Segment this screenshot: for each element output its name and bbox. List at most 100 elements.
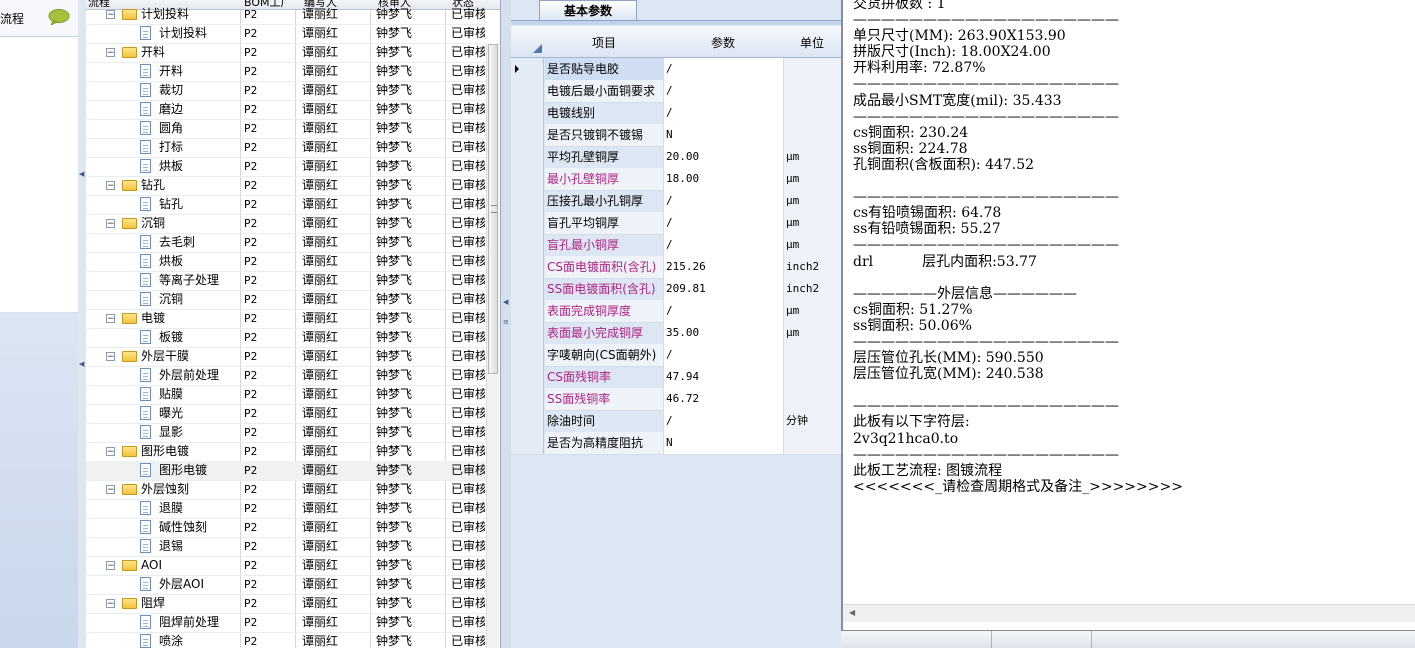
grid-param-value[interactable]: / (663, 58, 783, 80)
tree-row[interactable]: 图形电镀 P2 谭丽红 钟梦飞 已审核 (86, 461, 486, 481)
tree-row[interactable]: − 计划投料 P2 谭丽红 钟梦飞 已审核 (86, 5, 486, 25)
grid-row[interactable]: 最小孔壁铜厚 18.00 μm (511, 168, 841, 191)
row-indicator[interactable] (511, 344, 544, 366)
grid-param-value[interactable]: / (663, 102, 783, 124)
grid-header-unit[interactable]: 单位 (783, 34, 841, 51)
row-indicator[interactable] (511, 212, 544, 234)
grid-param-value[interactable]: / (663, 410, 783, 432)
tree-collapse-icon[interactable]: − (106, 314, 115, 324)
tree-row[interactable]: 板镀 P2 谭丽红 钟梦飞 已审核 (86, 328, 486, 348)
row-indicator[interactable] (511, 388, 544, 410)
tree-row[interactable]: − 开料 P2 谭丽红 钟梦飞 已审核 (86, 43, 486, 63)
tree-row[interactable]: 计划投料 P2 谭丽红 钟梦飞 已审核 (86, 24, 486, 44)
row-indicator[interactable] (511, 234, 544, 256)
output-text-pane[interactable]: 交货拼板数 : 1 ——————————————————— 单只尺寸(MM): … (841, 0, 1415, 631)
grid-param-value[interactable]: 215.26 (663, 256, 783, 278)
tree-row[interactable]: − 外层蚀刻 P2 谭丽红 钟梦飞 已审核 (86, 480, 486, 500)
grid-row[interactable]: 字唛朝向(CS面朝外) / (511, 344, 841, 367)
tree-row[interactable]: 去毛刺 P2 谭丽红 钟梦飞 已审核 (86, 233, 486, 253)
grid-param-value[interactable]: 47.94 (663, 366, 783, 388)
chat-bubble-icon[interactable] (48, 9, 70, 25)
tree-row[interactable]: 开料 P2 谭丽红 钟梦飞 已审核 (86, 62, 486, 82)
grid-row[interactable]: 是否为高精度阻抗 N (511, 432, 841, 455)
tree-row[interactable]: 碱性蚀刻 P2 谭丽红 钟梦飞 已审核 (86, 518, 486, 538)
grid-row[interactable]: 表面最小完成铜厚 35.00 μm (511, 322, 841, 345)
tree-collapse-icon[interactable]: − (106, 352, 115, 362)
grid-row[interactable]: CS面残铜率 47.94 (511, 366, 841, 389)
grid-row[interactable]: SS面电镀面积(含孔) 209.81 inch2 (511, 278, 841, 301)
grid-param-value[interactable]: / (663, 300, 783, 322)
tree-row[interactable]: 外层前处理 P2 谭丽红 钟梦飞 已审核 (86, 366, 486, 386)
tree-row[interactable]: − 阻焊 P2 谭丽红 钟梦飞 已审核 (86, 594, 486, 614)
tree-vertical-scrollbar[interactable] (486, 44, 499, 648)
grid-row[interactable]: 平均孔壁铜厚 20.00 μm (511, 146, 841, 169)
tree-row[interactable]: − 电镀 P2 谭丽红 钟梦飞 已审核 (86, 309, 486, 329)
tree-row[interactable]: − 沉铜 P2 谭丽红 钟梦飞 已审核 (86, 214, 486, 234)
tree-collapse-icon[interactable]: − (106, 447, 115, 457)
tree-row[interactable]: 外层AOI P2 谭丽红 钟梦飞 已审核 (86, 575, 486, 595)
tree-row[interactable]: 贴膜 P2 谭丽红 钟梦飞 已审核 (86, 385, 486, 405)
row-indicator[interactable] (511, 278, 544, 300)
grid-row[interactable]: 是否贴导电胶 / (511, 58, 841, 81)
row-indicator[interactable] (511, 124, 544, 146)
grid-param-value[interactable]: / (663, 212, 783, 234)
tree-row[interactable]: 退膜 P2 谭丽红 钟梦飞 已审核 (86, 499, 486, 519)
tree-collapse-icon[interactable]: − (106, 48, 115, 58)
tree-row[interactable]: 钻孔 P2 谭丽红 钟梦飞 已审核 (86, 195, 486, 215)
row-indicator[interactable] (511, 168, 544, 190)
grid-row[interactable]: 表面完成铜厚度 / μm (511, 300, 841, 323)
left-nav-header[interactable]: 流程 (0, 0, 78, 37)
tree-row[interactable]: 等离子处理 P2 谭丽红 钟梦飞 已审核 (86, 271, 486, 291)
row-indicator[interactable] (511, 146, 544, 168)
tree-row[interactable]: 阻焊前处理 P2 谭丽红 钟梦飞 已审核 (86, 613, 486, 633)
grid-row[interactable]: 除油时间 / 分钟 (511, 410, 841, 433)
grid-param-value[interactable]: / (663, 234, 783, 256)
row-indicator[interactable] (511, 58, 544, 80)
grid-corner-icon[interactable] (533, 44, 542, 53)
grid-param-value[interactable]: 35.00 (663, 322, 783, 344)
splitter-arrow-icon[interactable]: ◀ (79, 170, 84, 178)
row-indicator[interactable] (511, 80, 544, 102)
grid-param-value[interactable]: / (663, 344, 783, 366)
grid-row[interactable]: 电镀后最小面铜要求 / (511, 80, 841, 103)
grid-param-value[interactable]: 18.00 (663, 168, 783, 190)
grid-param-value[interactable]: / (663, 80, 783, 102)
grid-row[interactable]: SS面残铜率 46.72 (511, 388, 841, 411)
tree-row[interactable]: 退锡 P2 谭丽红 钟梦飞 已审核 (86, 537, 486, 557)
scroll-left-icon[interactable]: ◀ (849, 608, 855, 617)
tree-row[interactable]: 圆角 P2 谭丽红 钟梦飞 已审核 (86, 119, 486, 139)
tree-row[interactable]: 裁切 P2 谭丽红 钟梦飞 已审核 (86, 81, 486, 101)
grid-param-value[interactable]: N (663, 432, 783, 454)
splitter-arrow-icon[interactable]: ◀ (79, 360, 84, 368)
tree-row[interactable]: 显影 P2 谭丽红 钟梦飞 已审核 (86, 423, 486, 443)
row-indicator[interactable] (511, 102, 544, 124)
tree-row[interactable]: − 钻孔 P2 谭丽红 钟梦飞 已审核 (86, 176, 486, 196)
tree-collapse-icon[interactable]: − (106, 181, 115, 191)
grid-row[interactable]: 是否只镀铜不镀锡 N (511, 124, 841, 147)
tree-row[interactable]: 烘板 P2 谭丽红 钟梦飞 已审核 (86, 157, 486, 177)
tree-row[interactable]: 沉铜 P2 谭丽红 钟梦飞 已审核 (86, 290, 486, 310)
row-indicator[interactable] (511, 300, 544, 322)
splitter-grip-icon[interactable]: ≡ (503, 318, 509, 326)
row-indicator[interactable] (511, 256, 544, 278)
tree-collapse-icon[interactable]: − (106, 10, 115, 20)
row-indicator[interactable] (511, 322, 544, 344)
tree-collapse-icon[interactable]: − (106, 485, 115, 495)
tree-row[interactable]: − 外层干膜 P2 谭丽红 钟梦飞 已审核 (86, 347, 486, 367)
grid-param-value[interactable]: / (663, 190, 783, 212)
tree-row[interactable]: 磨边 P2 谭丽红 钟梦飞 已审核 (86, 100, 486, 120)
grid-row[interactable]: CS面电镀面积(含孔) 215.26 inch2 (511, 256, 841, 279)
tree-collapse-icon[interactable]: − (106, 561, 115, 571)
row-indicator[interactable] (511, 366, 544, 388)
grid-row[interactable]: 盲孔最小铜厚 / μm (511, 234, 841, 257)
grid-param-value[interactable]: 46.72 (663, 388, 783, 410)
tree-row[interactable]: 打标 P2 谭丽红 钟梦飞 已审核 (86, 138, 486, 158)
grid-param-value[interactable]: 20.00 (663, 146, 783, 168)
grid-header-item[interactable]: 项目 (545, 34, 663, 51)
tree-collapse-icon[interactable]: − (106, 599, 115, 609)
tree-collapse-icon[interactable]: − (106, 219, 115, 229)
grid-param-value[interactable]: N (663, 124, 783, 146)
tab-basic-params[interactable]: 基本参数 (539, 0, 637, 20)
tree-row[interactable]: 曝光 P2 谭丽红 钟梦飞 已审核 (86, 404, 486, 424)
scrollbar-thumb[interactable] (488, 44, 498, 374)
